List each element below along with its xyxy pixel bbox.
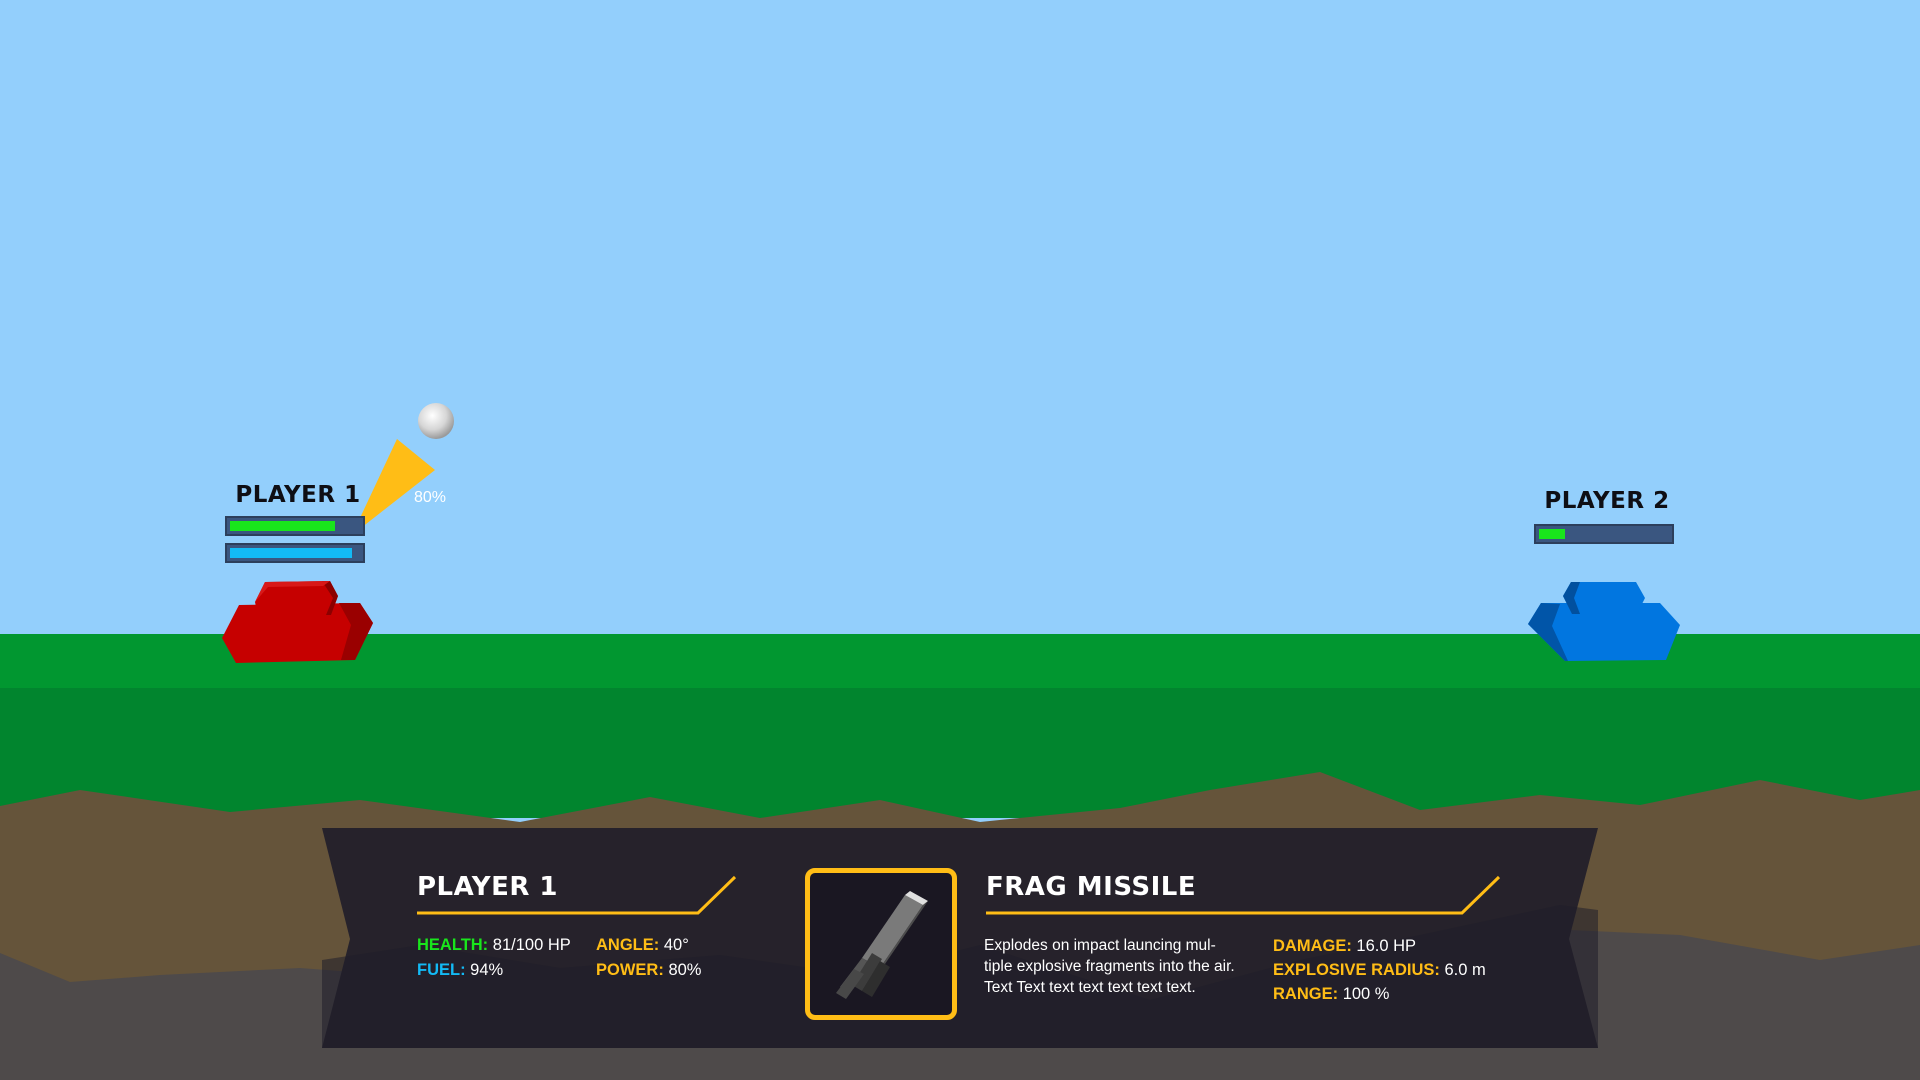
fuel-value: 94% xyxy=(470,961,504,979)
weapon-select-button[interactable] xyxy=(805,868,957,1020)
range-value: 100 % xyxy=(1342,985,1390,1003)
angle-key: ANGLE: xyxy=(596,936,660,954)
hud-fuel-stat: FUEL: 94% xyxy=(417,961,503,980)
hud-power-stat: POWER: 80% xyxy=(596,961,701,980)
frag-missile-icon xyxy=(836,891,928,999)
power-key: POWER: xyxy=(596,961,664,979)
hud-panel xyxy=(322,828,1598,1048)
radius-key: EXPLOSIVE RADIUS: xyxy=(1273,961,1440,979)
damage-value: 16.0 HP xyxy=(1356,937,1417,955)
weapon-description: Explodes on impact launcing mul-tiple ex… xyxy=(984,937,1235,996)
range-key: RANGE: xyxy=(1273,985,1339,1003)
weapon-title: FRAG MISSILE xyxy=(986,872,1197,902)
weapon-range-stat: RANGE: 100 % xyxy=(1273,985,1389,1004)
health-value: 81/100 HP xyxy=(492,936,571,954)
weapon-damage-stat: DAMAGE: 16.0 HP xyxy=(1273,937,1416,956)
hud-player-title: PLAYER 1 xyxy=(417,872,559,902)
damage-key: DAMAGE: xyxy=(1273,937,1352,955)
angle-value: 40° xyxy=(663,936,689,954)
radius-value: 6.0 m xyxy=(1444,961,1486,979)
hud-angle-stat: ANGLE: 40° xyxy=(596,936,689,955)
hud-health-stat: HEALTH: 81/100 HP xyxy=(417,936,571,955)
weapon-radius-stat: EXPLOSIVE RADIUS: 6.0 m xyxy=(1273,961,1486,980)
power-value: 80% xyxy=(668,961,702,979)
fuel-key: FUEL: xyxy=(417,961,466,979)
health-key: HEALTH: xyxy=(417,936,489,954)
